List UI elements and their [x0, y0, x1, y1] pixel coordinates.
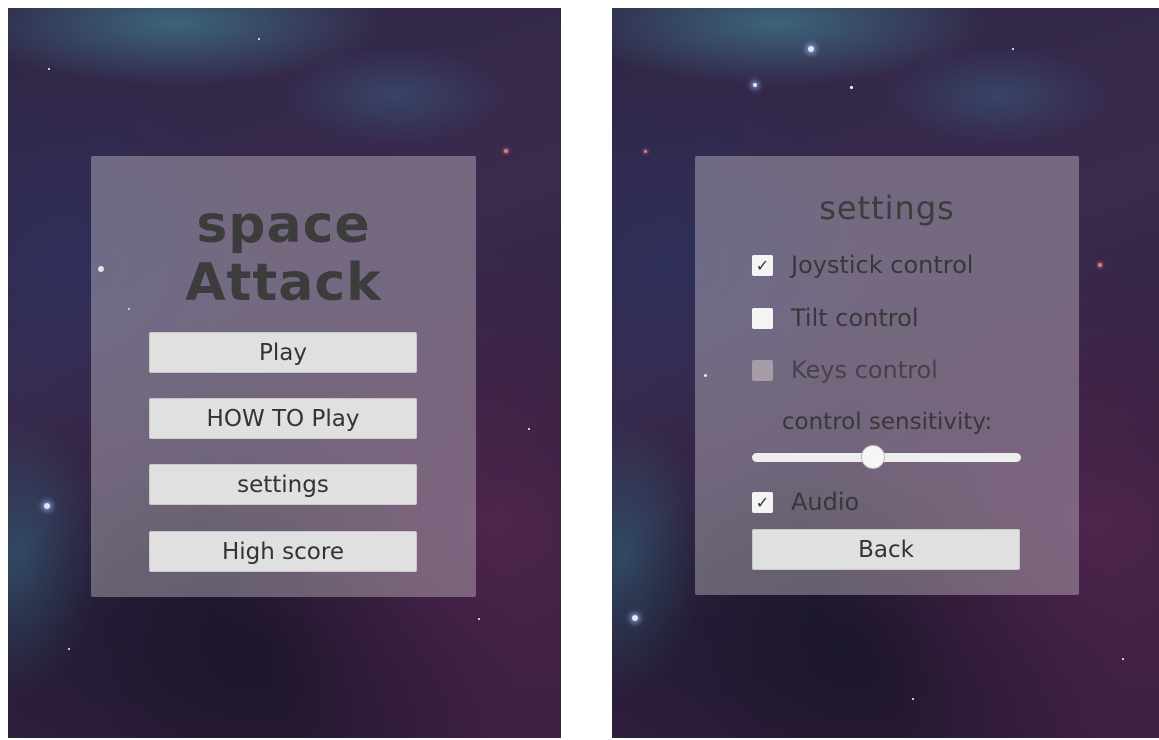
tilt-label: Tilt control — [791, 304, 919, 332]
joystick-control-option[interactable]: ✓ Joystick control — [752, 252, 973, 278]
game-title-line1: space — [196, 195, 371, 255]
star — [632, 615, 638, 621]
audio-option[interactable]: ✓ Audio — [752, 489, 859, 515]
tilt-control-option[interactable]: Tilt control — [752, 305, 919, 331]
star — [1122, 658, 1124, 660]
star — [912, 698, 914, 700]
star — [850, 86, 853, 89]
star — [48, 68, 50, 70]
star — [504, 149, 508, 153]
star — [644, 150, 647, 153]
star — [258, 38, 260, 40]
star — [478, 618, 480, 620]
tilt-checkbox[interactable] — [752, 307, 773, 329]
joystick-label: Joystick control — [791, 251, 974, 279]
sensitivity-slider[interactable] — [752, 445, 1021, 469]
keys-checkbox — [752, 359, 773, 381]
star — [753, 83, 757, 87]
sensitivity-label: control sensitivity: — [781, 409, 993, 435]
game-title-line2: Attack — [185, 253, 382, 313]
slider-track[interactable] — [752, 453, 1021, 462]
slider-thumb[interactable] — [861, 445, 886, 469]
keys-control-option: Keys control — [752, 357, 938, 383]
main-menu-screen: space Attack Play HOW TO Play settings H… — [8, 8, 561, 738]
keys-label: Keys control — [791, 356, 938, 384]
star — [68, 648, 70, 650]
star — [44, 503, 50, 509]
back-button[interactable]: Back — [752, 529, 1020, 570]
settings-screen: settings ✓ Joystick control Tilt control… — [612, 8, 1159, 738]
star — [1098, 263, 1102, 267]
star — [808, 46, 814, 52]
settings-title: settings — [819, 189, 955, 227]
joystick-checkbox[interactable]: ✓ — [752, 254, 773, 276]
audio-checkbox[interactable]: ✓ — [752, 491, 773, 513]
game-title: space Attack — [91, 196, 476, 312]
audio-label: Audio — [791, 488, 860, 516]
settings-button[interactable]: settings — [149, 464, 417, 505]
high-score-button[interactable]: High score — [149, 531, 417, 572]
star — [528, 428, 530, 430]
star — [1012, 48, 1014, 50]
settings-panel: settings ✓ Joystick control Tilt control… — [695, 156, 1079, 595]
main-menu-panel: space Attack Play HOW TO Play settings H… — [91, 156, 476, 597]
how-to-play-button[interactable]: HOW TO Play — [149, 398, 417, 439]
play-button[interactable]: Play — [149, 332, 417, 373]
